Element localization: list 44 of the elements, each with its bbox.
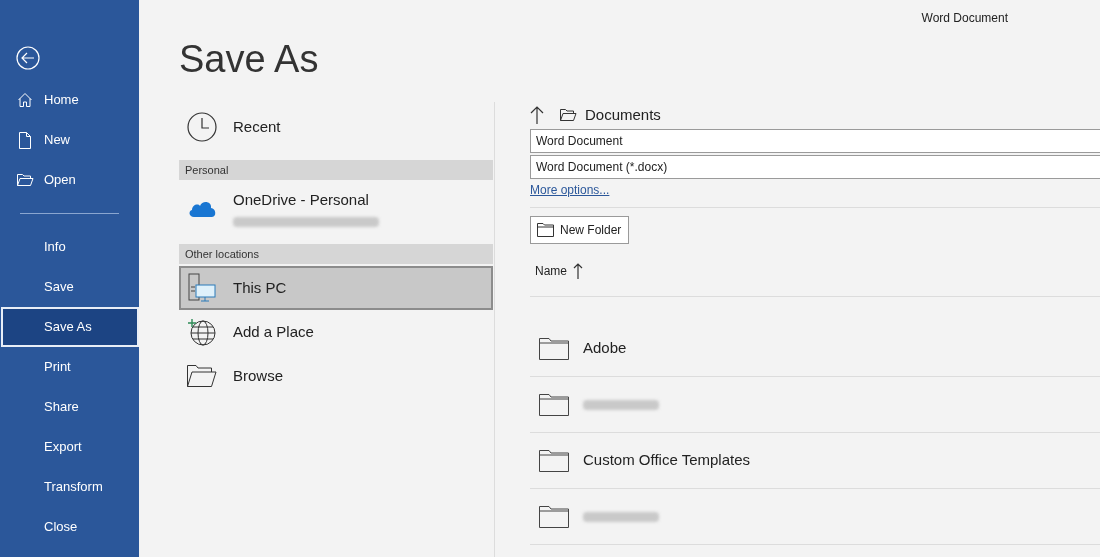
nav-item[interactable]: Share bbox=[1, 387, 139, 427]
section-heading: Other locations bbox=[179, 244, 493, 264]
nav-item[interactable]: Transform bbox=[1, 467, 139, 507]
sort-arrow-icon bbox=[573, 262, 583, 279]
window-title: Word Document bbox=[921, 10, 1008, 27]
back-button[interactable] bbox=[16, 46, 40, 70]
location-item[interactable]: OneDrive - Personal bbox=[179, 180, 493, 236]
folder-icon bbox=[539, 505, 569, 528]
folder-icon bbox=[560, 108, 577, 122]
folder-icon bbox=[187, 364, 217, 388]
nav-item[interactable]: Save As bbox=[1, 307, 139, 347]
location-item[interactable]: Add a Place bbox=[179, 310, 493, 354]
nav-item[interactable]: Print bbox=[1, 347, 139, 387]
folder-icon bbox=[539, 393, 569, 416]
section-heading: Personal bbox=[179, 160, 493, 180]
folder-row[interactable]: Custom Office Templates bbox=[530, 433, 1100, 489]
page-title: Save As bbox=[179, 40, 320, 78]
up-arrow-icon[interactable] bbox=[530, 106, 546, 124]
new-folder-button[interactable]: New Folder bbox=[530, 216, 629, 244]
nav-item[interactable]: Home bbox=[1, 80, 139, 120]
nav-item[interactable]: Save bbox=[1, 267, 139, 307]
nav-item[interactable]: Info bbox=[1, 227, 139, 267]
location-item[interactable]: Recent bbox=[179, 102, 493, 152]
file-name-field[interactable]: Word Document bbox=[530, 129, 1100, 153]
folder-icon bbox=[537, 223, 554, 237]
more-options-link[interactable]: More options... bbox=[530, 181, 610, 199]
current-folder[interactable]: Documents bbox=[585, 103, 661, 127]
location-item[interactable]: Browse bbox=[179, 354, 493, 398]
globe-icon bbox=[187, 317, 217, 347]
column-header[interactable]: Name bbox=[535, 261, 567, 280]
nav-item[interactable]: Open bbox=[1, 160, 139, 200]
nav-item[interactable]: Export bbox=[1, 427, 139, 467]
folder-icon bbox=[539, 337, 569, 360]
location-item[interactable]: This PC bbox=[179, 266, 493, 310]
clock-icon bbox=[187, 112, 217, 142]
open-folder-icon bbox=[16, 173, 34, 187]
nav-item[interactable]: Close bbox=[1, 507, 139, 547]
file-type-dropdown[interactable]: Word Document (*.docx) bbox=[530, 155, 1100, 179]
folder-row[interactable]: Adobe bbox=[530, 321, 1100, 377]
home-icon bbox=[17, 92, 33, 108]
computer-icon bbox=[187, 273, 217, 303]
nav-item[interactable]: New bbox=[1, 120, 139, 160]
folder-icon bbox=[539, 449, 569, 472]
document-icon bbox=[18, 131, 32, 149]
